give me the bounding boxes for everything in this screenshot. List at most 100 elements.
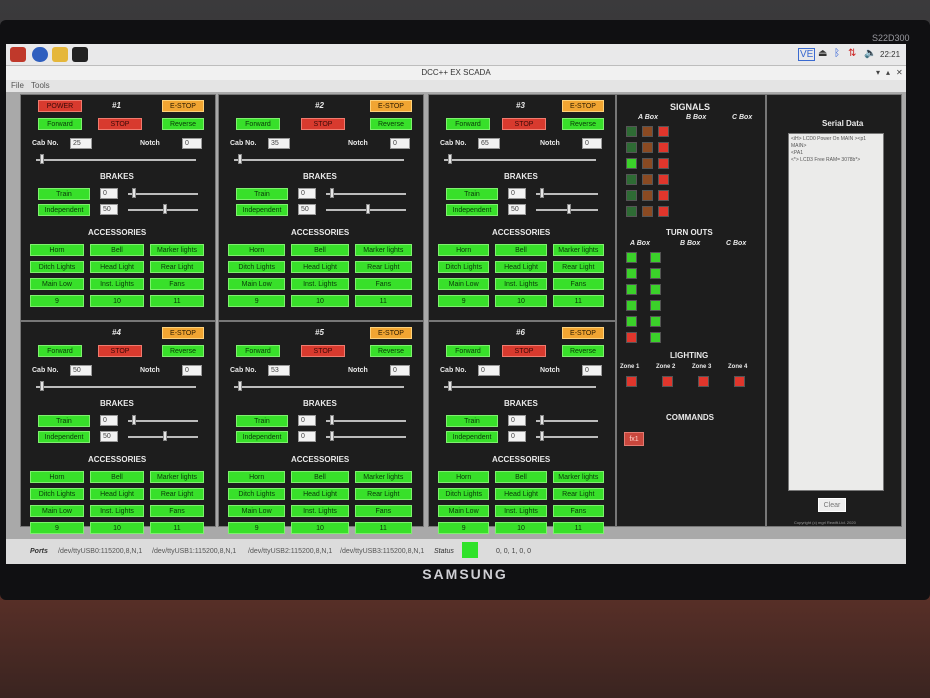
throttle-4-acc-inst-lights-button[interactable]: Inst. Lights [90,505,144,517]
throttle-2-forward-button[interactable]: Forward [236,118,280,130]
throttle-2-acc-rear-light-button[interactable]: Rear Light [354,261,412,273]
throttle-5-estop-button[interactable]: E-STOP [370,327,412,339]
throttle-4-acc-fans-button[interactable]: Fans [150,505,204,517]
throttle-5-train-slider[interactable] [326,420,406,422]
terminal-icon[interactable] [72,47,88,62]
throttle-6-acc-9-button[interactable]: 9 [438,522,490,534]
signal-6-red-lamp[interactable] [658,206,669,217]
throttle-4-train-slider-handle[interactable] [132,415,136,425]
throttle-2-train-button[interactable]: Train [236,188,288,200]
folder-icon[interactable] [52,47,68,62]
throttle-3-acc-ditch-lights-button[interactable]: Ditch Lights [438,261,490,273]
throttle-4-independent-slider-handle[interactable] [163,431,167,441]
signal-4-red-lamp[interactable] [658,174,669,185]
signal-5-red-lamp[interactable] [658,190,669,201]
throttle-2-throttle-slider-handle[interactable] [238,154,242,164]
throttle-3-stop-button[interactable]: STOP [502,118,546,130]
throttle-3-independent-field[interactable]: 50 [508,204,526,215]
throttle-5-acc-10-button[interactable]: 10 [291,522,349,534]
serial-log[interactable]: <iH> LCD0 Power On MAIN ><p1 MAIN> <PA1 … [788,133,884,491]
throttle-5-throttle-slider-handle[interactable] [238,381,242,391]
throttle-3-throttle-slider-handle[interactable] [448,154,452,164]
throttle-2-acc-head-light-button[interactable]: Head Light [291,261,349,273]
throttle-5-acc-fans-button[interactable]: Fans [354,505,412,517]
turnout-2-b-toggle[interactable] [650,268,661,279]
throttle-3-independent-button[interactable]: Independent [446,204,498,216]
throttle-6-throttle-slider[interactable] [444,386,596,388]
throttle-1-acc-fans-button[interactable]: Fans [150,278,204,290]
signal-3-amber-lamp[interactable] [642,158,653,169]
fx1-button[interactable]: fx1 [624,432,644,446]
menu-file[interactable]: File [11,81,24,90]
throttle-6-notch-field[interactable]: 0 [582,365,602,376]
throttle-3-acc-horn-button[interactable]: Horn [438,244,490,256]
throttle-2-throttle-slider[interactable] [234,159,404,161]
throttle-1-independent-slider-handle[interactable] [163,204,167,214]
throttle-3-independent-slider-handle[interactable] [567,204,571,214]
throttle-6-acc-main-low-button[interactable]: Main Low [438,505,490,517]
signal-4-green-lamp[interactable] [626,174,637,185]
throttle-4-acc-9-button[interactable]: 9 [30,522,84,534]
throttle-1-throttle-slider[interactable] [36,159,196,161]
throttle-4-cab-field[interactable]: 50 [70,365,92,376]
throttle-1-forward-button[interactable]: Forward [38,118,82,130]
signal-5-amber-lamp[interactable] [642,190,653,201]
throttle-5-stop-button[interactable]: STOP [301,345,345,357]
throttle-2-acc-9-button[interactable]: 9 [228,295,286,307]
throttle-5-notch-field[interactable]: 0 [390,365,410,376]
throttle-3-forward-button[interactable]: Forward [446,118,490,130]
throttle-6-acc-marker-lights-button[interactable]: Marker lights [552,471,604,483]
throttle-6-stop-button[interactable]: STOP [502,345,546,357]
throttle-6-reverse-button[interactable]: Reverse [562,345,604,357]
throttle-2-acc-10-button[interactable]: 10 [291,295,349,307]
throttle-6-acc-bell-button[interactable]: Bell [495,471,547,483]
throttle-2-reverse-button[interactable]: Reverse [370,118,412,130]
throttle-6-train-field[interactable]: 0 [508,415,526,426]
throttle-2-independent-field[interactable]: 50 [298,204,316,215]
throttle-3-acc-9-button[interactable]: 9 [438,295,490,307]
throttle-6-acc-horn-button[interactable]: Horn [438,471,490,483]
throttle-2-acc-fans-button[interactable]: Fans [354,278,412,290]
throttle-5-acc-rear-light-button[interactable]: Rear Light [354,488,412,500]
throttle-2-independent-button[interactable]: Independent [236,204,288,216]
throttle-5-independent-field[interactable]: 0 [298,431,316,442]
throttle-2-train-slider-handle[interactable] [330,188,334,198]
throttle-3-acc-head-light-button[interactable]: Head Light [495,261,547,273]
eject-icon[interactable]: ⏏ [818,48,827,59]
throttle-2-acc-horn-button[interactable]: Horn [228,244,286,256]
throttle-4-independent-field[interactable]: 50 [100,431,118,442]
signal-6-amber-lamp[interactable] [642,206,653,217]
throttle-2-acc-bell-button[interactable]: Bell [291,244,349,256]
raspberry-menu-icon[interactable] [10,47,26,62]
turnout-5-a-toggle[interactable] [626,316,637,327]
vnc-icon[interactable]: VE [798,48,816,61]
signal-3-green-lamp[interactable] [626,158,637,169]
throttle-4-acc-rear-light-button[interactable]: Rear Light [150,488,204,500]
throttle-2-train-field[interactable]: 0 [298,188,316,199]
lighting-zone-3-toggle[interactable] [698,376,709,387]
throttle-3-train-field[interactable]: 0 [508,188,526,199]
throttle-1-acc-11-button[interactable]: 11 [150,295,204,307]
throttle-1-throttle-slider-handle[interactable] [40,154,44,164]
throttle-3-notch-field[interactable]: 0 [582,138,602,149]
throttle-4-acc-marker-lights-button[interactable]: Marker lights [150,471,204,483]
throttle-5-independent-slider[interactable] [326,436,406,438]
throttle-5-forward-button[interactable]: Forward [236,345,280,357]
throttle-5-acc-head-light-button[interactable]: Head Light [291,488,349,500]
throttle-5-acc-horn-button[interactable]: Horn [228,471,286,483]
throttle-1-cab-field[interactable]: 25 [70,138,92,149]
turnout-2-a-toggle[interactable] [626,268,637,279]
throttle-3-acc-bell-button[interactable]: Bell [495,244,547,256]
throttle-4-train-slider[interactable] [128,420,198,422]
throttle-4-throttle-slider-handle[interactable] [40,381,44,391]
throttle-4-forward-button[interactable]: Forward [38,345,82,357]
signal-2-green-lamp[interactable] [626,142,637,153]
throttle-6-independent-slider[interactable] [536,436,598,438]
throttle-5-acc-bell-button[interactable]: Bell [291,471,349,483]
throttle-3-acc-inst-lights-button[interactable]: Inst. Lights [495,278,547,290]
throttle-3-train-slider[interactable] [536,193,598,195]
throttle-5-train-slider-handle[interactable] [330,415,334,425]
turnout-6-a-toggle[interactable] [626,332,637,343]
throttle-6-acc-head-light-button[interactable]: Head Light [495,488,547,500]
throttle-1-stop-button[interactable]: STOP [98,118,142,130]
